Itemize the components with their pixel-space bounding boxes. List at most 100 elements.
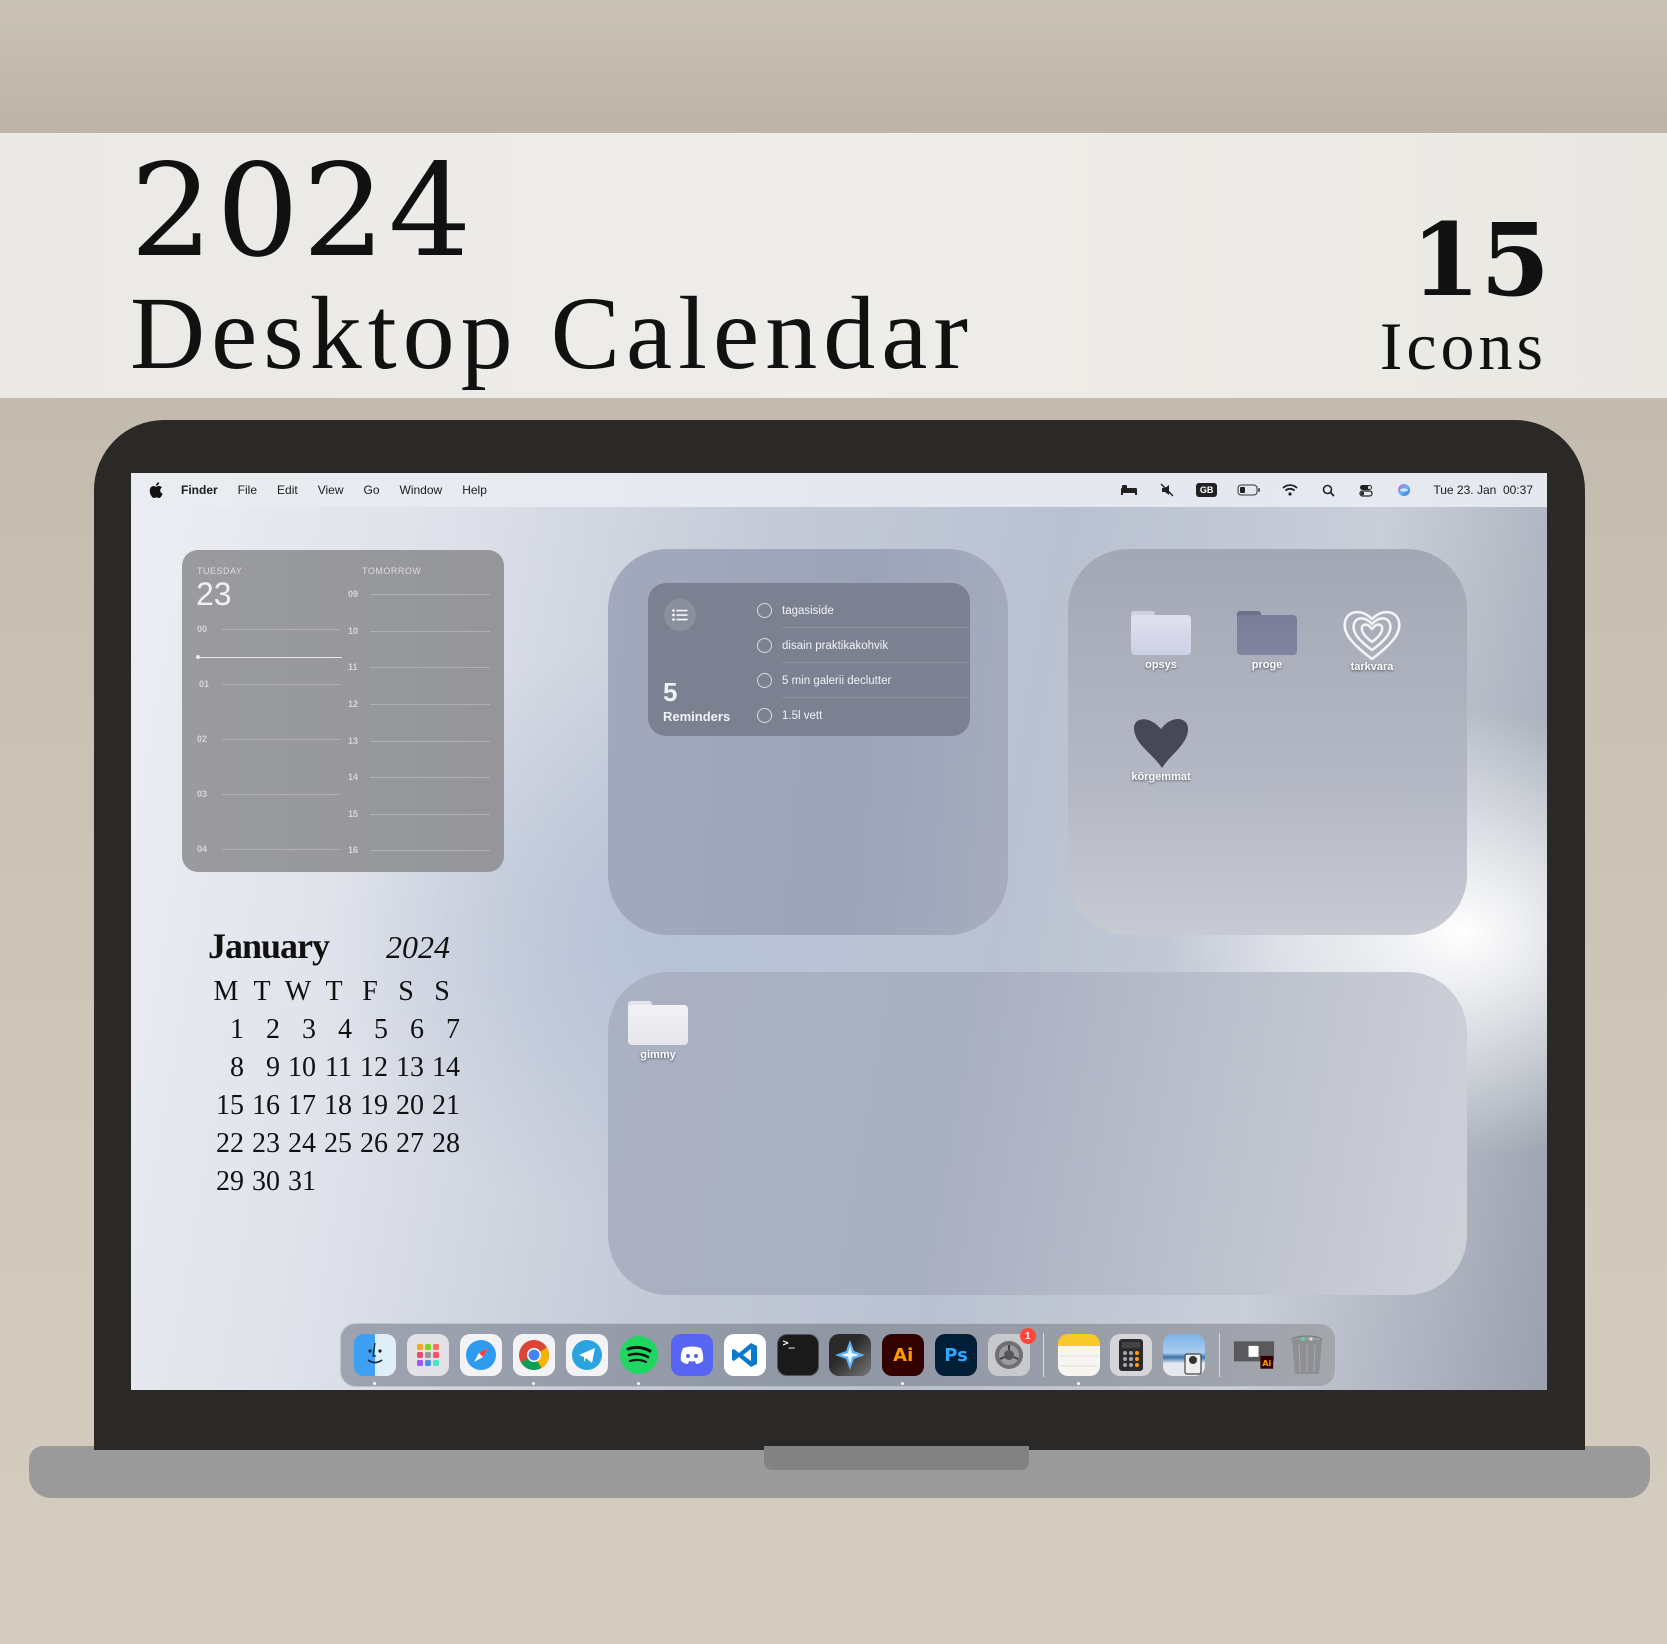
hour-line: [370, 704, 490, 705]
hour-label: 14: [348, 772, 359, 782]
calendar-day: 24: [288, 1128, 316, 1159]
telegram-icon[interactable]: [565, 1334, 608, 1376]
chrome-icon[interactable]: [512, 1334, 555, 1385]
vscode-icon[interactable]: [723, 1334, 766, 1376]
calendar-day: 27: [396, 1128, 424, 1159]
weekday-label: F: [362, 976, 378, 1007]
calendar-widget[interactable]: TUESDAY 23 TOMORROW 00 01 02 03 04 09 10…: [182, 550, 504, 872]
calendar-day: 6: [410, 1014, 424, 1045]
weekday-label: S: [398, 976, 414, 1007]
today-date: 23: [196, 576, 232, 612]
folder-icon: [628, 1001, 688, 1045]
sleep-bed-icon[interactable]: [1120, 483, 1138, 497]
menu-help[interactable]: Help: [462, 483, 487, 497]
star-app-icon[interactable]: [829, 1334, 872, 1376]
desktop-icon-proge[interactable]: proge: [1222, 611, 1312, 671]
terminal-icon[interactable]: >_: [776, 1334, 819, 1376]
dock-separator: [1043, 1333, 1045, 1377]
reminder-item[interactable]: 5 min galerii declutter: [757, 663, 969, 698]
control-center-icon[interactable]: [1357, 483, 1375, 497]
reminder-text: tagasiside: [782, 604, 834, 617]
desktop-icon-korgemmat[interactable]: kõrgemmat: [1116, 715, 1206, 783]
safari-icon[interactable]: [459, 1334, 502, 1376]
menu-go[interactable]: Go: [364, 483, 380, 497]
spotify-icon[interactable]: [618, 1334, 660, 1385]
desktop-icon-opsys[interactable]: opsys: [1116, 611, 1206, 671]
weekday-header: MTWTFSS: [208, 973, 458, 1011]
calendar-day: 21: [432, 1090, 460, 1121]
hour-label: 04: [197, 844, 208, 854]
banner-year: 2024: [130, 137, 475, 286]
reminder-item[interactable]: tagasiside: [757, 593, 969, 628]
reminder-checkbox[interactable]: [757, 708, 772, 723]
menubar-clock[interactable]: Tue 23. Jan 00:37: [1433, 483, 1533, 497]
notes-icon[interactable]: [1057, 1334, 1100, 1385]
reminder-checkbox[interactable]: [757, 673, 772, 688]
calendar-day: 3: [302, 1014, 316, 1045]
calendar-day: 13: [396, 1052, 424, 1083]
folder-icon: [1131, 611, 1191, 655]
calendar-day: 9: [266, 1052, 280, 1083]
reminder-text: disain praktikakohvik: [782, 639, 889, 652]
menu-edit[interactable]: Edit: [277, 483, 298, 497]
calendar-day: 8: [230, 1052, 244, 1083]
menu-window[interactable]: Window: [400, 483, 443, 497]
hour-line: [370, 777, 490, 778]
menu-file[interactable]: File: [238, 483, 257, 497]
menu-app-name[interactable]: Finder: [181, 483, 218, 497]
calendar-day: 5: [374, 1014, 388, 1045]
desktop-icon-label: kõrgemmat: [1131, 771, 1191, 783]
launchpad-icon[interactable]: [407, 1334, 450, 1376]
keyboard-layout-icon[interactable]: GB: [1195, 483, 1218, 497]
heart-outline-icon: [1327, 607, 1417, 661]
calendar-day: 12: [360, 1052, 388, 1083]
calendar-day: 18: [324, 1090, 352, 1121]
reminder-checkbox[interactable]: [757, 603, 772, 618]
reminder-item[interactable]: 1.5l vett: [757, 698, 957, 733]
illustrator-icon[interactable]: Ai: [882, 1334, 925, 1385]
reminders-panel: 5 Reminders tagasiside disain praktikakoh…: [608, 549, 1008, 935]
menu-view[interactable]: View: [318, 483, 344, 497]
discord-icon[interactable]: [671, 1334, 714, 1376]
hour-line: [370, 594, 490, 595]
calendar-day: 28: [432, 1128, 460, 1159]
search-icon[interactable]: [1319, 483, 1337, 497]
calendar-day: 7: [446, 1014, 460, 1045]
photoshop-icon[interactable]: Ps: [934, 1334, 977, 1376]
calendar-day: 4: [338, 1014, 352, 1045]
current-time-line: [197, 657, 342, 658]
menu-bar: Finder File Edit View Go Window Help GB: [131, 473, 1547, 507]
reminder-checkbox[interactable]: [757, 638, 772, 653]
ai-document-icon[interactable]: Ai: [1233, 1334, 1275, 1376]
laptop-hinge-notch: [764, 1446, 1029, 1470]
list-icon: [664, 599, 696, 631]
notification-badge: 1: [1019, 1328, 1036, 1344]
hour-line: [222, 684, 340, 685]
tomorrow-label: TOMORROW: [362, 566, 422, 576]
banner-title: Desktop Calendar: [130, 276, 975, 391]
finder-icon[interactable]: [354, 1334, 397, 1385]
desktop-icon-gimmy[interactable]: gimmy: [613, 1001, 703, 1061]
system-settings-icon[interactable]: 1: [987, 1328, 1036, 1376]
reminder-text: 1.5l vett: [782, 709, 823, 722]
wifi-icon[interactable]: [1281, 483, 1299, 497]
reminder-item[interactable]: disain praktikakohvik: [757, 628, 969, 663]
reminders-widget[interactable]: 5 Reminders tagasiside disain praktikakoh…: [648, 583, 970, 736]
calendar-day: 29: [216, 1166, 244, 1197]
trash-icon[interactable]: [1286, 1334, 1328, 1376]
weekday-label: M: [213, 976, 239, 1007]
hour-label: 00: [197, 624, 208, 634]
mute-icon[interactable]: [1158, 483, 1176, 497]
apple-icon[interactable]: [149, 482, 163, 498]
hour-line: [370, 667, 490, 668]
desktop-icon-label: gimmy: [640, 1049, 676, 1061]
hour-label: 10: [348, 626, 359, 636]
weekday-label: S: [434, 976, 450, 1007]
hour-label: 03: [197, 789, 208, 799]
icons-panel: opsys proge tarkvara kõrgemmat: [1068, 549, 1467, 935]
siri-icon[interactable]: [1395, 483, 1413, 497]
preview-icon[interactable]: [1163, 1334, 1206, 1376]
calculator-icon[interactable]: [1110, 1334, 1153, 1376]
desktop-icon-tarkvara[interactable]: tarkvara: [1327, 607, 1417, 673]
battery-icon[interactable]: [1237, 483, 1261, 497]
